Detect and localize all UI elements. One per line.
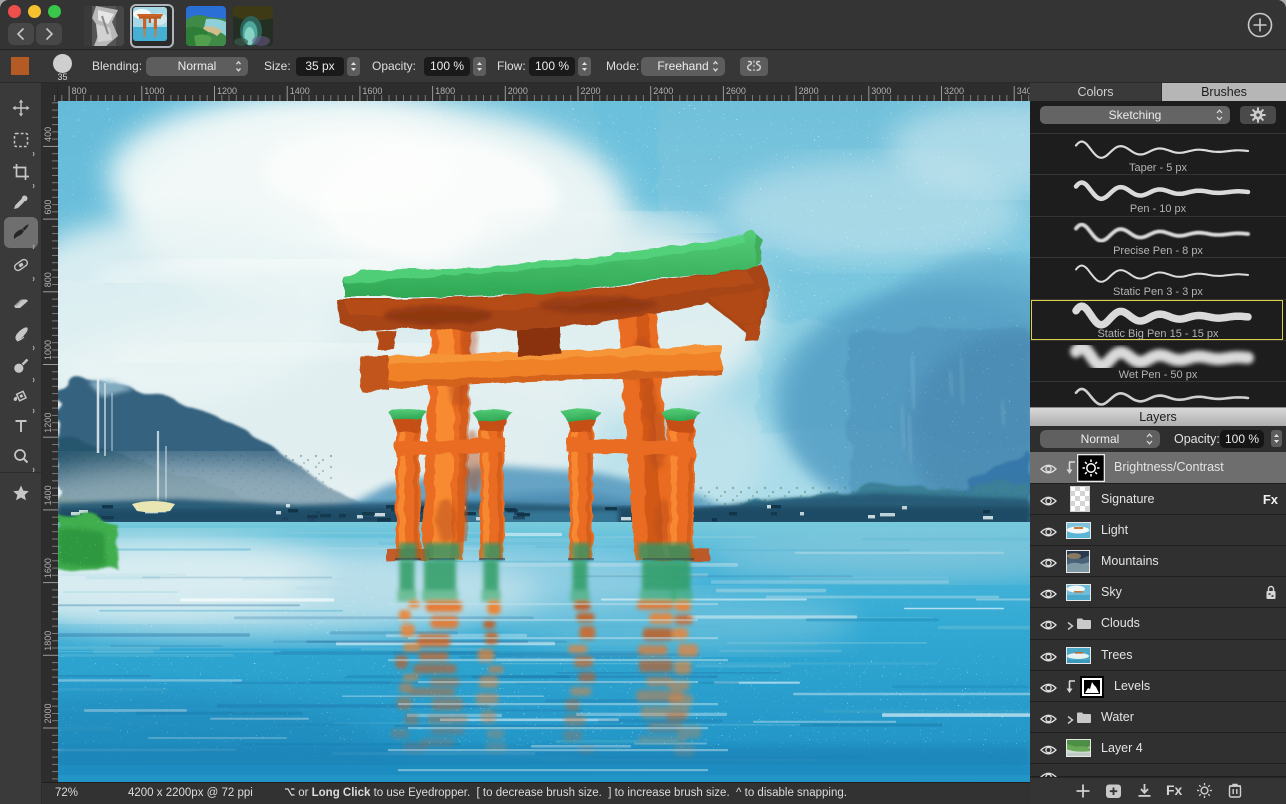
svg-text:2000: 2000 <box>43 703 53 723</box>
svg-text:1800: 1800 <box>435 86 455 96</box>
svg-text:800: 800 <box>72 86 87 96</box>
svg-text:400: 400 <box>43 127 53 142</box>
svg-text:1400: 1400 <box>290 86 310 96</box>
svg-text:1800: 1800 <box>43 631 53 651</box>
svg-text:2400: 2400 <box>653 86 673 96</box>
svg-text:2800: 2800 <box>799 86 819 96</box>
svg-text:2200: 2200 <box>581 86 601 96</box>
svg-text:1600: 1600 <box>43 558 53 578</box>
svg-text:800: 800 <box>43 272 53 287</box>
svg-text:1000: 1000 <box>43 340 53 360</box>
svg-text:2600: 2600 <box>726 86 746 96</box>
svg-text:1400: 1400 <box>43 485 53 505</box>
svg-text:3400: 3400 <box>1017 86 1030 96</box>
svg-text:1000: 1000 <box>144 86 164 96</box>
svg-text:3200: 3200 <box>944 86 964 96</box>
svg-text:1600: 1600 <box>362 86 382 96</box>
svg-text:1200: 1200 <box>217 86 237 96</box>
svg-text:600: 600 <box>43 200 53 215</box>
svg-text:3000: 3000 <box>871 86 891 96</box>
svg-text:1200: 1200 <box>43 413 53 433</box>
svg-text:2000: 2000 <box>508 86 528 96</box>
